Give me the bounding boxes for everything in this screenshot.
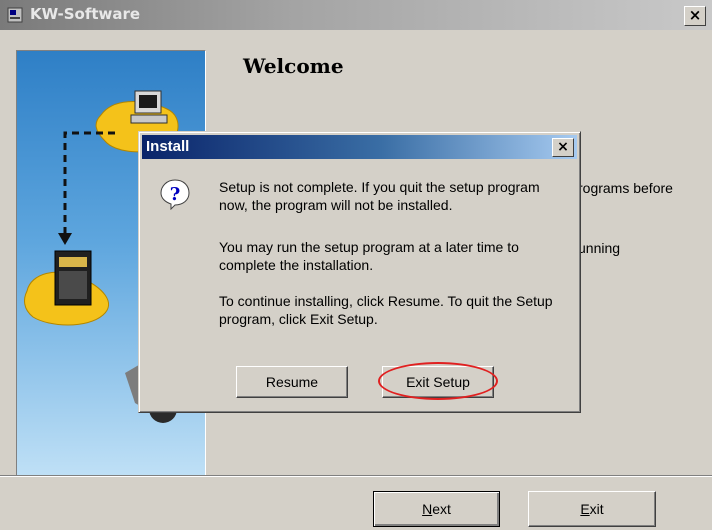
exit-accelerator: E: [580, 501, 590, 517]
dialog-message-2: You may run the setup program at a later…: [219, 239, 519, 273]
dialog-title: Install: [146, 138, 190, 155]
install-dialog: Install × ? Setup is not complete. If yo…: [138, 131, 581, 413]
next-button[interactable]: Next: [373, 491, 500, 527]
next-accelerator: N: [422, 501, 433, 517]
exit-button[interactable]: Exit: [528, 491, 656, 527]
window-title-bar: KW-Software ×: [0, 0, 712, 30]
setup-app-icon: [7, 7, 23, 23]
exit-setup-button[interactable]: Exit Setup: [382, 366, 494, 398]
next-label: ext: [432, 501, 451, 517]
welcome-heading: Welcome: [243, 54, 344, 78]
dialog-close-button[interactable]: ×: [552, 138, 574, 157]
exit-label: xit: [589, 501, 604, 517]
background-text-fragment: unning: [578, 240, 621, 256]
plc-device-icon: [54, 250, 92, 306]
dialog-title-bar: Install ×: [142, 135, 577, 159]
dashed-connector: [63, 131, 115, 241]
dialog-message-3: To continue installing, click Resume. To…: [219, 293, 553, 327]
question-icon: ?: [160, 179, 190, 210]
window-title: KW-Software: [30, 5, 141, 23]
window-close-button[interactable]: ×: [684, 6, 706, 26]
footer-separator: [0, 475, 712, 477]
arrow-head: [58, 233, 72, 245]
dialog-message-1: Setup is not complete. If you quit the s…: [219, 179, 540, 213]
svg-text:?: ?: [170, 184, 181, 205]
resume-button[interactable]: Resume: [236, 366, 348, 398]
background-text-fragment: rograms before: [578, 180, 673, 196]
